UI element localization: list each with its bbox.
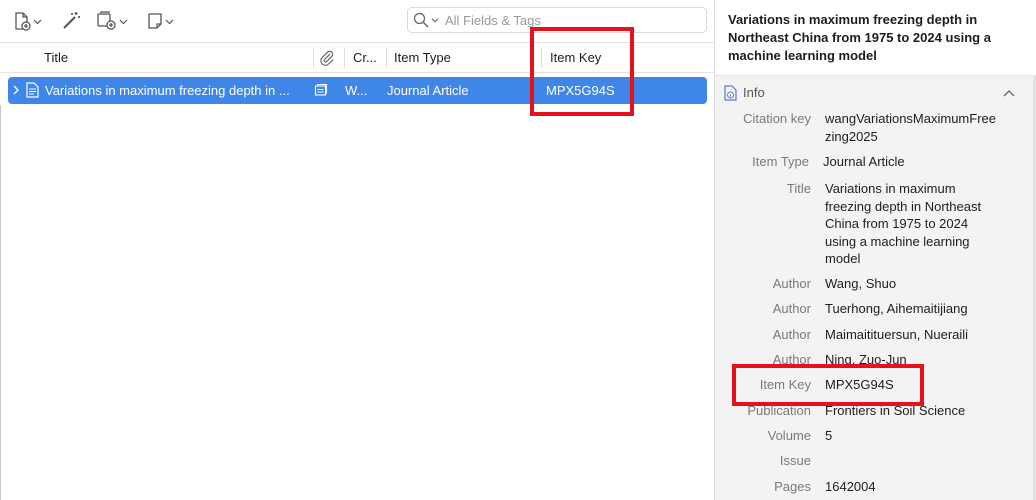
column-header-row: Title Cr... Item Type Item Key bbox=[0, 42, 714, 73]
field-label: Author bbox=[772, 301, 811, 316]
column-title[interactable]: Title bbox=[44, 43, 304, 72]
items-toolbar bbox=[0, 0, 714, 42]
column-separator[interactable] bbox=[386, 48, 387, 68]
field-label: Item Type bbox=[752, 154, 809, 169]
new-note-icon bbox=[148, 13, 162, 29]
chevron-up-icon[interactable] bbox=[1003, 89, 1015, 97]
field-value[interactable]: wangVariationsMaximumFreezing2025 bbox=[825, 110, 997, 145]
add-attachment-icon bbox=[97, 11, 116, 30]
new-note-button[interactable] bbox=[146, 8, 174, 34]
field-value[interactable]: Frontiers in Soil Science bbox=[825, 402, 1010, 420]
field-label: Author bbox=[772, 327, 811, 342]
column-item-type[interactable]: Item Type bbox=[394, 43, 534, 72]
row-title: Variations in maximum freezing depth in … bbox=[45, 83, 290, 98]
new-item-icon bbox=[15, 12, 31, 31]
field-label: Issue bbox=[779, 453, 811, 468]
field-value[interactable]: 5 bbox=[825, 427, 1010, 445]
field-value[interactable]: 1642004 bbox=[825, 478, 1010, 496]
search-mode-chevron-icon[interactable] bbox=[431, 16, 439, 24]
column-creator[interactable]: Cr... bbox=[353, 43, 381, 72]
field-value[interactable]: Maimaitituersun, Nueraili bbox=[825, 326, 1010, 344]
field-label: Title bbox=[786, 181, 811, 196]
field-label: Author bbox=[772, 276, 811, 291]
search-input[interactable] bbox=[441, 12, 695, 28]
field-label: Publication bbox=[747, 403, 811, 418]
field-label: Item Key bbox=[759, 377, 811, 392]
field-value[interactable]: Wang, Shuo bbox=[825, 275, 1010, 293]
chevron-down-icon bbox=[165, 19, 174, 24]
paperclip-icon bbox=[320, 50, 334, 66]
magic-wand-icon bbox=[63, 12, 80, 29]
field-label: Pages bbox=[774, 479, 811, 494]
info-section-label: Info bbox=[743, 85, 765, 100]
add-attachment-button[interactable] bbox=[96, 8, 128, 34]
item-pane-title: Variations in maximum freezing depth in … bbox=[728, 12, 991, 63]
journal-article-icon bbox=[26, 82, 39, 98]
pane-border bbox=[0, 105, 1, 500]
field-value[interactable]: Journal Article bbox=[823, 153, 1008, 171]
item-pane: Variations in maximum freezing depth in … bbox=[715, 0, 1036, 500]
search-icon[interactable] bbox=[413, 12, 429, 28]
table-row[interactable]: Variations in maximum freezing depth in … bbox=[8, 77, 707, 104]
snapshot-attachment-icon[interactable] bbox=[314, 83, 328, 97]
new-item-button[interactable] bbox=[12, 8, 42, 34]
item-pane-header: Variations in maximum freezing depth in … bbox=[715, 0, 1036, 76]
info-document-icon bbox=[724, 85, 737, 101]
column-item-key[interactable]: Item Key bbox=[550, 43, 700, 72]
column-separator[interactable] bbox=[344, 48, 345, 68]
field-label: Citation key bbox=[743, 111, 811, 126]
row-creator: W... bbox=[345, 83, 368, 98]
column-attachments[interactable] bbox=[319, 43, 339, 72]
field-value[interactable]: Tuerhong, Aihemaitijiang bbox=[825, 300, 1010, 318]
row-item-key: MPX5G94S bbox=[546, 83, 615, 98]
add-by-identifier-button[interactable] bbox=[60, 8, 82, 34]
column-separator[interactable] bbox=[313, 48, 314, 68]
info-section-header[interactable]: Info bbox=[715, 80, 1033, 106]
chevron-down-icon bbox=[119, 19, 128, 24]
row-item-type: Journal Article bbox=[387, 83, 469, 98]
field-value[interactable]: Ning, Zuo-Jun bbox=[825, 351, 1010, 369]
search-box[interactable] bbox=[407, 7, 707, 33]
field-label: Volume bbox=[767, 428, 811, 443]
column-separator[interactable] bbox=[541, 48, 542, 68]
chevron-down-icon bbox=[33, 19, 42, 24]
field-label: Author bbox=[772, 352, 811, 367]
field-value[interactable]: MPX5G94S bbox=[825, 376, 1010, 394]
field-value[interactable]: Variations in maximum freezing depth in … bbox=[825, 180, 995, 268]
chevron-right-icon[interactable] bbox=[12, 85, 20, 95]
items-pane: Title Cr... Item Type Item Key Variation… bbox=[0, 0, 714, 500]
